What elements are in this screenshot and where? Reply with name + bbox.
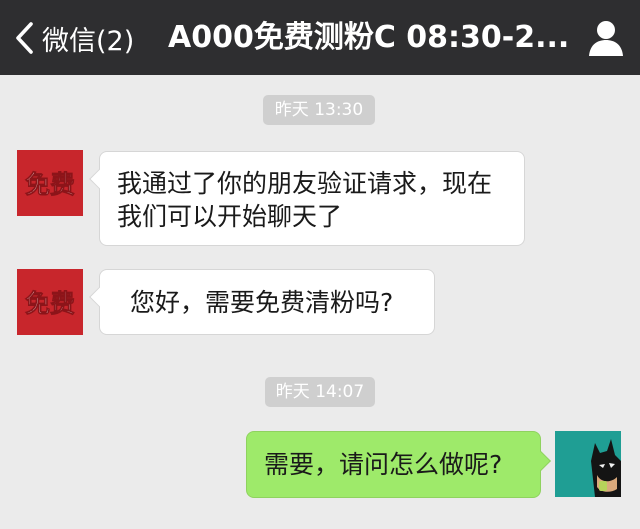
- chevron-left-icon: [16, 22, 33, 54]
- batman-avatar-icon: [555, 431, 621, 497]
- chat-title: A000免费测粉C 08:30-2...: [168, 20, 568, 55]
- message-bubble-outgoing[interactable]: 需要，请问怎么做呢?: [246, 431, 551, 498]
- message-bubble-incoming[interactable]: 您好，需要免费清粉吗?: [89, 269, 435, 335]
- timestamp: 昨天 13:30: [263, 95, 375, 125]
- avatar[interactable]: 免费: [17, 269, 83, 335]
- person-icon[interactable]: [586, 18, 626, 58]
- message-text: 需要，请问怎么做呢?: [264, 448, 557, 481]
- svg-text:免费: 免费: [25, 289, 75, 318]
- message-line: 您好，需要免费清粉吗?: [130, 288, 394, 317]
- free-logo-icon: 免费: [17, 150, 83, 216]
- message-text: 您好，需要免费清粉吗?: [130, 286, 464, 319]
- message-text: 我通过了你的朋友验证请求，现在 我们可以开始聊天了: [117, 167, 541, 233]
- message-line: 我们可以开始聊天了: [117, 202, 343, 231]
- svg-text:免费: 免费: [25, 170, 75, 199]
- back-label: 微信(2): [42, 25, 135, 57]
- back-button[interactable]: 微信(2): [10, 14, 134, 62]
- message-line: 我通过了你的朋友验证请求，现在: [117, 169, 493, 198]
- message-bubble-incoming[interactable]: 我通过了你的朋友验证请求，现在 我们可以开始聊天了: [89, 151, 525, 246]
- navigation-bar: 微信(2) A000免费测粉C 08:30-2...: [0, 0, 640, 75]
- avatar[interactable]: 免费: [17, 150, 83, 216]
- message-line: 需要，请问怎么做呢?: [264, 450, 503, 479]
- my-avatar[interactable]: [555, 431, 621, 497]
- free-logo-icon: 免费: [17, 269, 83, 335]
- timestamp: 昨天 14:07: [265, 377, 375, 407]
